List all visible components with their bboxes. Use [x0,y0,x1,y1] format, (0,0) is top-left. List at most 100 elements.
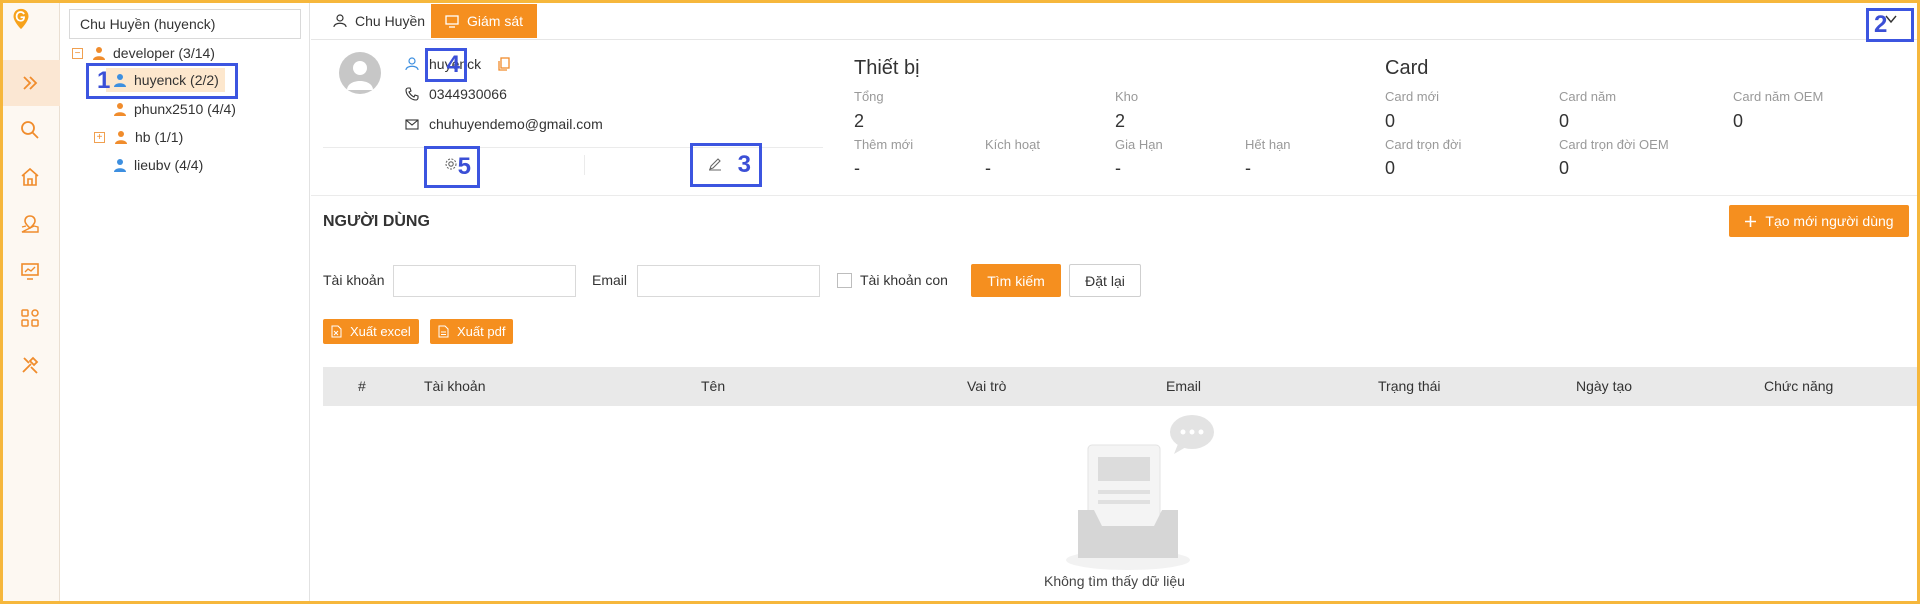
users-table-header: # Tài khoản Tên Vai trò Email Trạng thái… [323,367,1917,406]
empty-inbox-icon [1066,415,1214,570]
search-icon [21,121,39,139]
empty-state-text: Không tìm thấy dữ liệu [1044,573,1185,589]
chevrons-right-icon [23,76,38,90]
cards-year-oem-label: Card năm OEM [1733,89,1824,104]
tree-search-input[interactable]: Chu Huyền (huyenck) [69,9,301,39]
child-account-checkbox[interactable] [837,273,852,288]
collapse-toggle[interactable]: − [72,47,83,59]
column-header: Email [1166,378,1202,394]
users-section-title: NGƯỜI DÙNG [323,213,430,230]
section-divider [311,195,1920,196]
map-pin-icon [21,215,39,233]
tab-label: Giám sát [467,13,524,29]
tree-node-lieubv[interactable]: lieubv (4/4) [112,153,203,177]
column-header: Ngày tạo [1576,378,1633,394]
devices-stock-value: 2 [1115,111,1126,131]
user-outline-icon [405,57,419,71]
profile-phone: 0344930066 [405,86,507,102]
child-account-label: Tài khoản con [860,272,948,288]
tree-node-label: lieubv (4/4) [134,157,204,173]
main-content: Chu Huyền Giám sát 2 huyenck 0344930066 … [311,0,1920,604]
monitor-chart-icon [21,263,39,280]
cards-new-value: 0 [1385,111,1396,131]
tab-user[interactable]: Chu Huyền [319,4,439,38]
cards-year-value: 0 [1559,111,1570,131]
phone-icon [405,87,419,101]
annotation-box-4: 4 [425,48,467,82]
devices-new-value: - [854,158,860,178]
map-nav-button[interactable] [0,201,60,247]
column-header: Trạng thái [1378,378,1441,394]
account-filter-input[interactable] [393,265,576,297]
profile-email: chuhuyendemo@gmail.com [405,116,603,132]
tab-label: Chu Huyền [355,13,426,29]
home-nav-button[interactable] [0,154,60,200]
tree-node-developer[interactable]: − developer (3/14) [72,41,215,65]
devices-active-value: - [985,158,991,178]
annotation-box-3: 3 [690,143,762,187]
tree-node-label: hb (1/1) [135,129,184,145]
column-header: Vai trò [967,378,1007,394]
export-pdf-button[interactable]: Xuất pdf [430,319,514,344]
tree-node-label: phunx2510 (4/4) [134,101,236,117]
column-header: Tài khoản [424,378,486,394]
devices-total-value: 2 [854,111,865,131]
tab-monitor[interactable]: Giám sát [431,4,538,38]
annotation-number: 2 [1874,11,1888,38]
column-header: Chức năng [1764,378,1834,394]
user-group-icon [115,131,127,144]
apps-nav-button[interactable] [0,295,60,341]
devices-new-label: Thêm mới [854,137,914,152]
export-excel-label: Xuất excel [350,324,411,339]
home-icon [21,167,39,186]
tree-node-hb[interactable]: + hb (1/1) [94,125,183,149]
devices-renew-label: Gia Hạn [1115,137,1163,152]
expand-sidebar-button[interactable] [0,60,60,106]
tools-nav-button[interactable] [0,342,60,388]
cards-new-label: Card mới [1385,89,1440,104]
expand-toggle[interactable]: + [94,131,105,143]
mail-icon [405,119,419,130]
cards-lifetime-oem-value: 0 [1559,158,1570,178]
tree-node-phunx2510[interactable]: phunx2510 (4/4) [112,97,236,121]
excel-file-icon [331,325,342,338]
cards-lifetime-oem-label: Card trọn đời OEM [1559,137,1669,152]
tree-node-label: developer (3/14) [113,45,215,61]
search-nav-button[interactable] [0,107,60,153]
devices-expired-value: - [1245,158,1251,178]
account-tree-panel: Chu Huyền (huyenck) − developer (3/14) h… [60,0,310,604]
user-icon [114,159,126,172]
devices-renew-value: - [1115,158,1121,178]
annotation-number: 1 [97,67,111,94]
monitor-icon [445,15,459,28]
export-pdf-label: Xuất pdf [457,324,506,339]
tools-icon [22,356,39,374]
cards-title: Card [1385,57,1429,79]
devices-total-label: Tổng [854,89,884,104]
app-logo [10,8,50,58]
cards-year-oem-value: 0 [1733,111,1744,131]
icon-sidebar [0,0,60,604]
copy-icon[interactable] [497,57,511,71]
tab-bar: Chu Huyền Giám sát 2 [311,0,1920,42]
divider [584,155,585,175]
devices-stock-label: Kho [1115,89,1139,104]
monitor-nav-button[interactable] [0,248,60,294]
search-button[interactable]: Tìm kiếm [971,264,1061,297]
column-header: Tên [701,378,726,394]
annotation-box-5: 5 [424,146,480,188]
email-filter-input[interactable] [637,265,820,297]
user-outline-icon [333,14,347,28]
user-group-icon [114,103,126,116]
export-excel-button[interactable]: Xuất excel [323,319,419,344]
phone-text: 0344930066 [429,86,507,102]
devices-expired-label: Hết hạn [1245,137,1291,152]
cards-lifetime-label: Card trọn đời [1385,137,1462,152]
avatar [339,52,381,94]
devices-title: Thiết bị [854,57,920,79]
annotation-number: 5 [457,153,471,180]
create-user-button[interactable]: Tạo mới người dùng [1729,205,1909,237]
column-header: # [358,378,366,394]
reset-button[interactable]: Đặt lại [1069,264,1141,297]
plus-icon [1745,215,1757,227]
